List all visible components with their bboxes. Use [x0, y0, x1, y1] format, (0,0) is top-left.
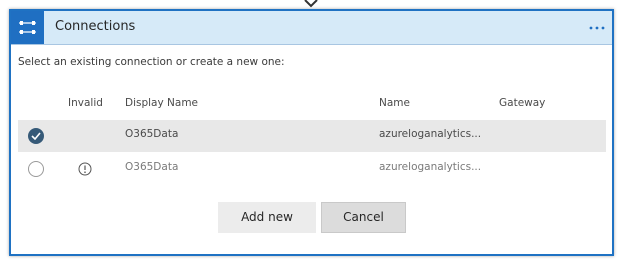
- display-name-cell: O365Data: [125, 161, 179, 173]
- connections-icon: [11, 11, 44, 44]
- add-new-button[interactable]: Add new: [218, 202, 316, 233]
- column-header-name: Name: [379, 97, 410, 109]
- table-row[interactable]: O365Data azureloganalytics...: [18, 153, 606, 185]
- selected-radio-icon[interactable]: [28, 128, 44, 144]
- instructions-text: Select an existing connection or create …: [18, 56, 285, 68]
- display-name-cell: O365Data: [125, 128, 179, 140]
- table-row[interactable]: O365Data azureloganalytics...: [18, 120, 606, 152]
- column-header-invalid: Invalid: [68, 97, 103, 109]
- card-header: Connections: [11, 11, 612, 45]
- column-header-gateway: Gateway: [499, 97, 546, 109]
- column-header-display-name: Display Name: [125, 97, 199, 109]
- connections-card: Connections Select an existing connectio…: [9, 9, 614, 256]
- flow-connector-arrow-icon: [304, 0, 318, 8]
- warning-icon: [78, 162, 92, 176]
- cancel-button[interactable]: Cancel: [321, 202, 406, 233]
- name-cell: azureloganalytics...: [379, 128, 482, 140]
- card-title: Connections: [55, 19, 136, 34]
- name-cell: azureloganalytics...: [379, 161, 482, 173]
- ellipsis-icon[interactable]: [588, 25, 606, 31]
- unselected-radio-icon[interactable]: [28, 161, 44, 177]
